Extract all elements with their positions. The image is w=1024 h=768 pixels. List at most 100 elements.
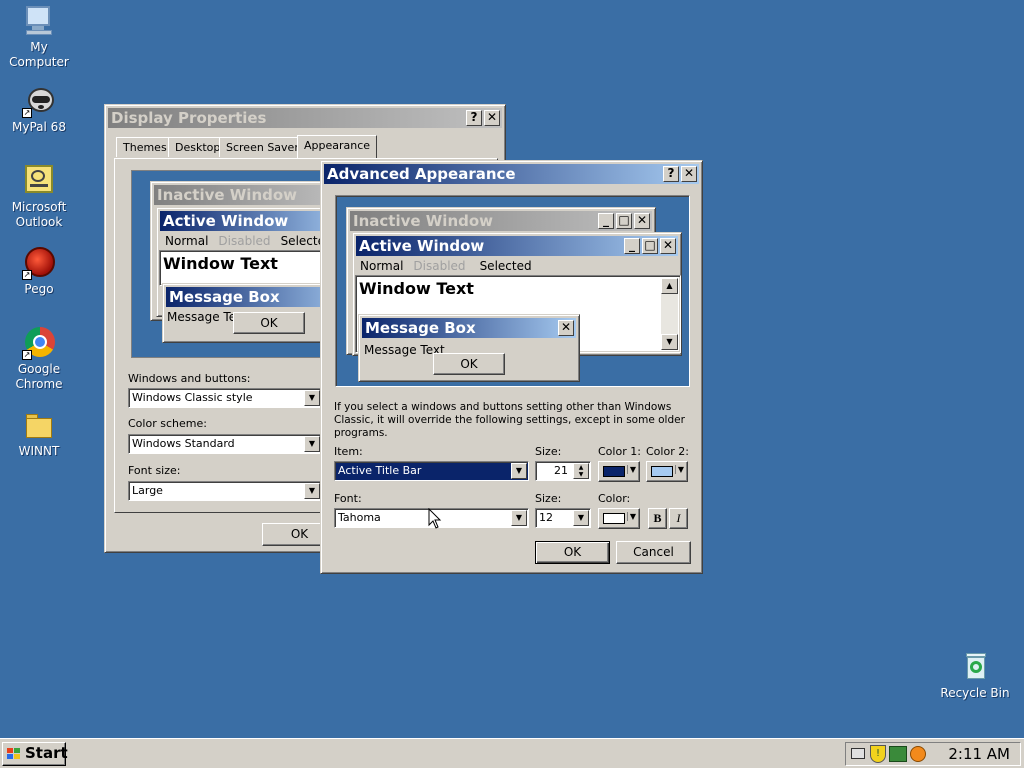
preview-active-title: Active Window [359, 237, 485, 255]
ok-button[interactable]: OK [535, 541, 610, 564]
preview-ok-button: OK [233, 312, 305, 334]
scroll-down-icon: ▼ [661, 334, 678, 350]
advanced-appearance-dialog: Advanced Appearance ? ✕ Inactive Window … [320, 160, 703, 574]
chevron-down-icon[interactable]: ▼ [304, 390, 320, 406]
desktop-icon-winnt[interactable]: WINNT [1, 408, 77, 459]
close-icon: ✕ [634, 213, 650, 229]
clock[interactable]: 2:11 AM [948, 745, 1010, 763]
color2-label: Color 2: [646, 445, 689, 458]
minimize-icon: _ [624, 238, 640, 254]
color1-picker[interactable]: ▼ [598, 461, 640, 482]
chevron-down-icon[interactable]: ▼ [573, 510, 589, 526]
preview-message-box: Message Box ✕ Message Text OK [358, 314, 580, 382]
item-select[interactable]: Active Title Bar ▼ [334, 461, 529, 481]
preview-inactive-title: Inactive Window [154, 185, 330, 205]
desktop-icon-pego[interactable]: ↗ Pego [1, 246, 77, 297]
pego-icon: ↗ [22, 246, 56, 280]
color1-label: Color 1: [598, 445, 641, 458]
font-color-label: Color: [598, 492, 631, 505]
desktop-icon-label: Pego [24, 282, 54, 296]
desktop-icon-chrome[interactable]: ↗ Google Chrome [1, 326, 77, 392]
desktop-icon-my-computer[interactable]: My Computer [1, 4, 77, 70]
recycle-bin-icon [958, 650, 992, 684]
chevron-down-icon: ▼ [626, 465, 636, 474]
color2-swatch [651, 466, 673, 477]
start-label: Start [25, 744, 68, 762]
desktop-icon-label: Microsoft Outlook [11, 200, 67, 229]
shortcut-arrow-icon: ↗ [22, 108, 32, 118]
window-title: Display Properties [111, 109, 267, 127]
shortcut-arrow-icon: ↗ [22, 350, 32, 360]
chevron-down-icon[interactable]: ▼ [511, 463, 527, 479]
mouse-cursor-icon [428, 508, 442, 529]
chrome-icon: ↗ [22, 326, 56, 360]
preview-menu-bar: Normal Disabled Selected [360, 259, 532, 273]
desktop-icon-label: MyPal 68 [12, 120, 66, 134]
tab-themes[interactable]: Themes [116, 137, 174, 157]
item-label: Item: [334, 445, 363, 458]
preview-message-text: Message Tex [167, 310, 243, 324]
desktop-icon-recycle-bin[interactable]: Recycle Bin [937, 650, 1013, 701]
system-tray: ! 2:11 AM [845, 742, 1021, 766]
maximize-icon: □ [616, 213, 632, 229]
italic-button[interactable]: I [669, 508, 688, 529]
desktop-icon-label: My Computer [9, 40, 69, 69]
close-button[interactable]: ✕ [484, 110, 500, 126]
cancel-button[interactable]: Cancel [616, 541, 691, 564]
keyboard-icon[interactable] [851, 748, 865, 759]
close-icon: ✕ [660, 238, 676, 254]
title-bar[interactable]: Advanced Appearance ? ✕ [324, 164, 699, 184]
desktop-icon-outlook[interactable]: Microsoft Outlook [1, 164, 77, 230]
windows-buttons-select[interactable]: Windows Classic style ▼ [128, 388, 322, 408]
title-bar[interactable]: Display Properties ? ✕ [108, 108, 502, 128]
close-icon: ✕ [558, 320, 574, 336]
font-size-label: Font size: [128, 464, 181, 477]
chevron-down-icon: ▼ [626, 512, 636, 521]
close-icon: ✕ [486, 110, 498, 124]
preview-ok-button: OK [433, 353, 505, 375]
scroll-up-icon: ▲ [661, 278, 678, 294]
size-spinner[interactable]: 21 ▲ ▼ [535, 461, 591, 481]
bold-button[interactable]: B [648, 508, 667, 529]
color-scheme-select[interactable]: Windows Standard ▼ [128, 434, 322, 454]
font-color-picker[interactable]: ▼ [598, 508, 640, 529]
desktop-icon-mypal[interactable]: ↗ MyPal 68 [1, 84, 77, 135]
preview-menu-bar: Normal Disabled Selecte [165, 234, 325, 248]
preview-active-title: Active Window [160, 211, 330, 231]
close-button[interactable]: ✕ [681, 166, 697, 182]
advanced-preview: Inactive Window _ □ ✕ Active Window _ □ … [335, 195, 690, 387]
font-color-swatch [603, 513, 625, 524]
chevron-down-icon[interactable]: ▼ [304, 436, 320, 452]
tab-strip: Themes Desktop Screen Saver Appearance [114, 135, 498, 159]
minimize-icon: _ [598, 213, 614, 229]
tab-screen-saver[interactable]: Screen Saver [219, 137, 306, 157]
windows-logo-icon [7, 748, 20, 759]
preview-window-text-area: Window Text [159, 250, 330, 286]
chevron-down-icon[interactable]: ▼ [511, 510, 527, 526]
appearance-preview: Inactive Window Active Window Normal Disa… [131, 170, 331, 358]
preview-inactive-title: Inactive Window [353, 212, 494, 230]
font-size-select[interactable]: Large ▼ [128, 481, 322, 501]
font-size-select[interactable]: 12 ▼ [535, 508, 591, 528]
color-scheme-label: Color scheme: [128, 417, 207, 430]
color2-picker[interactable]: ▼ [646, 461, 688, 482]
computer-icon [22, 4, 56, 38]
shield-icon[interactable]: ! [870, 745, 886, 763]
spinner-arrows-icon[interactable]: ▲ ▼ [573, 463, 589, 479]
outlook-icon [22, 164, 56, 198]
help-button[interactable]: ? [466, 110, 482, 126]
chevron-down-icon[interactable]: ▼ [304, 483, 320, 499]
preview-message-box: Message Box Message Tex OK [162, 283, 330, 343]
raccoon-icon: ↗ [22, 84, 56, 118]
maximize-icon: □ [642, 238, 658, 254]
folder-icon [22, 408, 56, 442]
color1-swatch [603, 466, 625, 477]
tab-appearance[interactable]: Appearance [297, 135, 378, 158]
start-button[interactable]: Start [2, 742, 68, 766]
preview-scrollbar: ▲ ▼ [661, 278, 678, 350]
taskbar: Start ! 2:11 AM [0, 738, 1024, 768]
shortcut-arrow-icon: ↗ [22, 270, 32, 280]
app-tray-icon[interactable] [910, 746, 926, 762]
network-icon[interactable] [889, 746, 907, 762]
help-button[interactable]: ? [663, 166, 679, 182]
